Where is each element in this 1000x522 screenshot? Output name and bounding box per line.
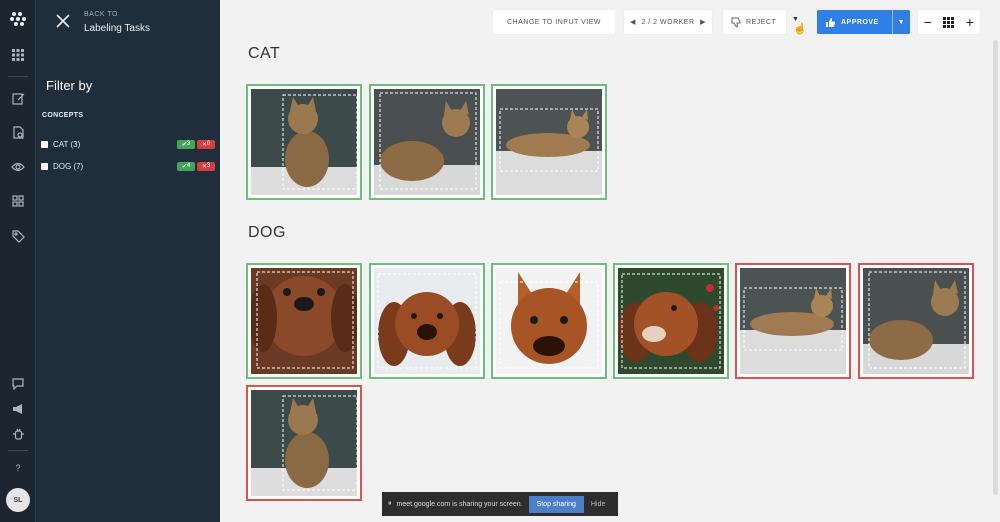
megaphone-icon[interactable]: [8, 399, 28, 419]
logo-icon[interactable]: [8, 9, 28, 29]
concept-row-dog[interactable]: DOG (7) ✔ 4 ✕ 3: [41, 159, 215, 173]
scrollbar[interactable]: [993, 40, 998, 495]
image-thumbnail[interactable]: [613, 263, 729, 379]
cat-photo: [251, 390, 357, 496]
zoom-out-button[interactable]: −: [924, 14, 933, 30]
image-thumbnail[interactable]: [491, 263, 607, 379]
approved-count-badge: ✔ 4: [177, 161, 195, 171]
eye-icon[interactable]: [8, 157, 28, 177]
help-icon[interactable]: ?: [8, 458, 28, 478]
tag-icon[interactable]: [8, 226, 28, 246]
dog-photo: [618, 268, 724, 374]
hand-cursor-icon: ☝: [793, 23, 807, 35]
cat-photo: [863, 268, 969, 374]
image-thumbnail[interactable]: [369, 263, 485, 379]
modules-icon[interactable]: [8, 191, 28, 211]
prev-worker-icon[interactable]: ◀: [630, 18, 636, 26]
rail-divider: [8, 76, 28, 77]
main-area: CHANGE TO INPUT VIEW ◀ 2 / 2 WORKER ▶ RE…: [220, 0, 1000, 522]
next-worker-icon[interactable]: ▶: [700, 18, 706, 26]
reject-button[interactable]: REJECT: [723, 10, 786, 34]
reject-label: REJECT: [746, 18, 777, 26]
section-title-cat: CAT: [248, 45, 281, 62]
cat-photo: [251, 89, 357, 195]
approved-count-badge: ✔ 3: [177, 139, 195, 149]
grid-icon[interactable]: [8, 45, 28, 65]
avatar[interactable]: SL: [6, 488, 30, 512]
filter-panel: BACK TO Labeling Tasks Filter by CONCEPT…: [36, 0, 220, 522]
back-to-link[interactable]: Labeling Tasks: [84, 23, 150, 34]
close-icon: [56, 14, 70, 28]
change-view-button[interactable]: CHANGE TO INPUT VIEW: [493, 10, 615, 34]
concept-checkbox[interactable]: [41, 140, 48, 148]
icon-rail: ? SL: [0, 0, 36, 522]
cat-photo: [740, 268, 846, 374]
worker-indicator: 2 / 2 WORKER: [641, 18, 695, 26]
close-button[interactable]: [50, 8, 76, 34]
image-thumbnail[interactable]: [369, 84, 485, 200]
cat-photo: [374, 89, 480, 195]
concept-label: DOG (7): [53, 161, 84, 171]
cat-photo: [496, 89, 602, 195]
back-to-label[interactable]: BACK TO: [84, 11, 118, 18]
drag-handle-icon[interactable]: ⏸: [388, 500, 392, 508]
approve-button[interactable]: APPROVE ▼: [817, 10, 910, 34]
concept-label: CAT (3): [53, 139, 81, 149]
filter-title: Filter by: [46, 78, 93, 93]
rail-divider: [8, 450, 28, 451]
grid-view-icon[interactable]: [943, 16, 955, 28]
edit-icon[interactable]: [8, 88, 28, 108]
image-thumbnail[interactable]: [491, 84, 607, 200]
rejected-count-badge: ✕ 0: [197, 139, 215, 149]
concepts-heading: CONCEPTS: [42, 112, 84, 119]
thumbs-down-icon: [731, 17, 741, 28]
image-thumbnail[interactable]: [246, 263, 362, 379]
bug-icon[interactable]: [8, 424, 28, 444]
section-title-dog: DOG: [248, 224, 286, 241]
rejected-count-badge: ✕ 3: [197, 161, 215, 171]
approve-label: APPROVE: [841, 18, 879, 26]
chat-icon[interactable]: [8, 374, 28, 394]
stop-sharing-button[interactable]: Stop sharing: [528, 495, 584, 513]
image-thumbnail[interactable]: [246, 385, 362, 501]
screen-share-bar: ⏸ meet.google.com is sharing your screen…: [382, 492, 618, 516]
approve-dropdown-icon[interactable]: ▼: [892, 10, 910, 34]
dog-photo: [496, 268, 602, 374]
image-thumbnail[interactable]: [858, 263, 974, 379]
image-thumbnail[interactable]: [246, 84, 362, 200]
dog-photo: [374, 268, 480, 374]
share-message: meet.google.com is sharing your screen.: [396, 500, 523, 508]
worker-pager: ◀ 2 / 2 WORKER ▶: [624, 10, 712, 34]
image-thumbnail[interactable]: [735, 263, 851, 379]
dog-photo: [251, 268, 357, 374]
zoom-in-button[interactable]: +: [966, 14, 975, 30]
thumbs-up-icon: [826, 17, 836, 27]
hide-button[interactable]: Hide: [591, 501, 605, 508]
concept-checkbox[interactable]: [41, 162, 48, 170]
zoom-controls: − +: [918, 10, 980, 34]
document-icon[interactable]: [8, 122, 28, 142]
concept-row-cat[interactable]: CAT (3) ✔ 3 ✕ 0: [41, 137, 215, 151]
